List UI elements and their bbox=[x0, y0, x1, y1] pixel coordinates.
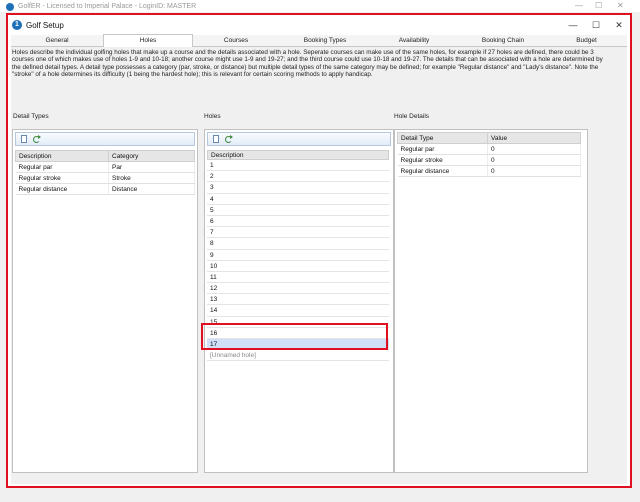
list-item[interactable]: 5 bbox=[207, 205, 389, 216]
cell-detail-type: Regular par bbox=[397, 143, 488, 155]
new-document-icon[interactable] bbox=[20, 135, 30, 144]
cell-category: Par bbox=[108, 161, 195, 173]
list-item[interactable]: 7 bbox=[207, 227, 389, 239]
hole-details-table: Detail Type Value Regular par 0 Regular … bbox=[397, 132, 581, 177]
app-logo-icon bbox=[6, 3, 14, 11]
tab-booking-chain[interactable]: Booking Chain bbox=[459, 35, 547, 46]
new-document-icon[interactable] bbox=[212, 135, 222, 144]
column-header-value[interactable]: Value bbox=[487, 132, 581, 144]
outer-title-bar: GolfER - Licensed to Imperial Palace - L… bbox=[0, 0, 640, 12]
holes-description-text: Holes describe the individual golfing ho… bbox=[12, 49, 603, 79]
tab-budget[interactable]: Budget bbox=[548, 35, 625, 46]
table-row[interactable]: Regular distance Distance bbox=[15, 183, 195, 195]
list-item[interactable]: 9 bbox=[207, 250, 389, 261]
table-row[interactable]: Regular stroke Stroke bbox=[15, 172, 195, 184]
list-item[interactable]: 16 bbox=[207, 328, 389, 339]
column-header-category[interactable]: Category bbox=[108, 150, 195, 162]
refresh-icon[interactable] bbox=[32, 135, 42, 144]
cell-description: Regular par bbox=[15, 161, 109, 173]
outer-window-title: GolfER - Licensed to Imperial Palace - L… bbox=[18, 3, 197, 10]
close-button[interactable]: ✕ bbox=[610, 19, 628, 31]
tab-general[interactable]: General bbox=[13, 35, 101, 46]
tab-booking-types[interactable]: Booking Types bbox=[281, 35, 369, 46]
minimize-button[interactable]: — bbox=[564, 19, 582, 31]
cell-value[interactable]: 0 bbox=[487, 143, 581, 155]
window-title: Golf Setup bbox=[26, 21, 64, 30]
holes-label: Holes bbox=[204, 113, 221, 120]
list-item[interactable]: 3 bbox=[207, 182, 389, 194]
tab-availability[interactable]: Availability bbox=[370, 35, 458, 46]
detail-types-toolbar bbox=[15, 132, 195, 146]
cell-value[interactable]: 0 bbox=[487, 154, 581, 166]
list-item[interactable]: 14 bbox=[207, 305, 389, 317]
table-row[interactable]: Regular par Par bbox=[15, 161, 195, 173]
list-item[interactable]: 12 bbox=[207, 283, 389, 295]
cell-detail-type: Regular stroke bbox=[397, 154, 488, 166]
cell-value[interactable]: 0 bbox=[487, 165, 581, 177]
holes-panel: Description 1 2 3 4 5 6 7 8 9 10 11 12 1… bbox=[204, 129, 394, 473]
hole-details-label: Hole Details bbox=[394, 113, 430, 120]
table-row[interactable]: Regular distance 0 bbox=[397, 165, 581, 177]
table-row[interactable]: Regular stroke 0 bbox=[397, 154, 581, 166]
refresh-icon[interactable] bbox=[224, 135, 234, 144]
list-item[interactable]: 8 bbox=[207, 238, 389, 250]
tab-strip: General Holes Courses Booking Types Avai… bbox=[11, 34, 627, 48]
list-item[interactable]: 11 bbox=[207, 272, 389, 284]
list-item[interactable]: 1 bbox=[207, 160, 389, 172]
detail-types-label: Detail Types bbox=[13, 113, 49, 120]
list-item[interactable]: 15 bbox=[207, 317, 389, 328]
golf-setup-window: 1 Golf Setup — ☐ ✕ General Holes Courses… bbox=[6, 13, 632, 488]
holes-tab-content: Holes describe the individual golfing ho… bbox=[11, 47, 627, 484]
holes-toolbar bbox=[207, 132, 391, 146]
window-title-bar: 1 Golf Setup — ☐ ✕ bbox=[8, 15, 630, 35]
table-row[interactable]: Regular par 0 bbox=[397, 143, 581, 155]
list-item[interactable]: 4 bbox=[207, 194, 389, 205]
outer-minimize-button[interactable]: — bbox=[575, 1, 583, 10]
new-hole-placeholder[interactable]: [Unnamed hole] bbox=[207, 350, 389, 362]
golf-app-icon: 1 bbox=[12, 20, 22, 30]
outer-close-button[interactable]: ✕ bbox=[617, 1, 624, 10]
cell-description: Regular distance bbox=[15, 183, 109, 195]
list-item[interactable]: 2 bbox=[207, 171, 389, 183]
tab-holes[interactable]: Holes bbox=[103, 34, 193, 48]
outer-maximize-button[interactable]: ☐ bbox=[595, 1, 602, 10]
cell-detail-type: Regular distance bbox=[397, 165, 488, 177]
hole-details-panel: Detail Type Value Regular par 0 Regular … bbox=[394, 129, 588, 473]
cell-category: Stroke bbox=[108, 172, 195, 184]
cell-category: Distance bbox=[108, 183, 195, 195]
tab-courses[interactable]: Courses bbox=[192, 35, 280, 46]
column-header-description[interactable]: Description bbox=[15, 150, 109, 162]
cell-description: Regular stroke bbox=[15, 172, 109, 184]
list-item[interactable]: 13 bbox=[207, 294, 389, 306]
detail-types-panel: Description Category Regular par Par Reg… bbox=[12, 129, 198, 473]
list-item[interactable]: 6 bbox=[207, 216, 389, 228]
maximize-button[interactable]: ☐ bbox=[587, 19, 605, 31]
column-header-description[interactable]: Description bbox=[207, 150, 389, 160]
detail-types-table: Description Category Regular par Par Reg… bbox=[15, 150, 195, 195]
holes-list: Description 1 2 3 4 5 6 7 8 9 10 11 12 1… bbox=[207, 150, 389, 362]
selected-hole-item[interactable]: 17 bbox=[207, 339, 389, 351]
list-item[interactable]: 10 bbox=[207, 261, 389, 272]
column-header-detail-type[interactable]: Detail Type bbox=[397, 132, 488, 144]
